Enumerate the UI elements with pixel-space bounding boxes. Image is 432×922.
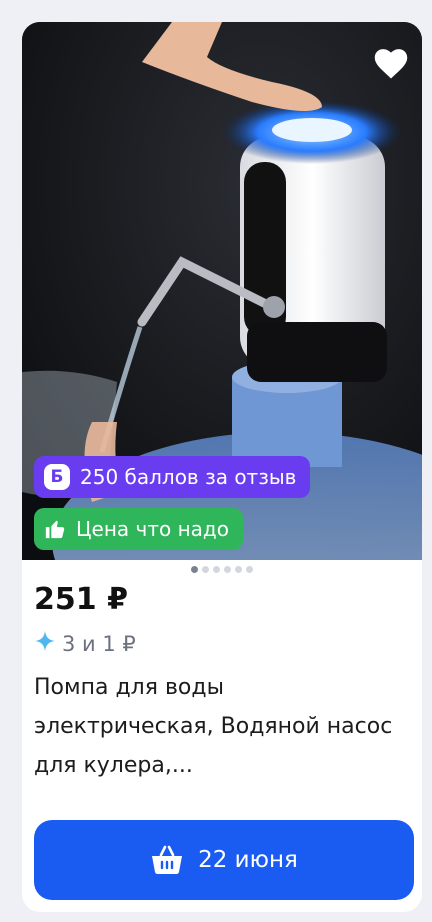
thumbs-up-icon <box>44 518 66 540</box>
gallery-dot[interactable] <box>224 566 231 573</box>
gallery-dot[interactable] <box>202 566 209 573</box>
favorite-heart-icon[interactable] <box>370 42 412 84</box>
product-image[interactable]: Б 250 баллов за отзыв Цена что надо <box>22 22 422 560</box>
bonus-b-icon: Б <box>44 464 70 490</box>
good-price-badge: Цена что надо <box>34 508 243 550</box>
review-bonus-badge: Б 250 баллов за отзыв <box>34 456 311 498</box>
review-bonus-label: 250 баллов за отзыв <box>80 465 297 489</box>
gallery-dot[interactable] <box>213 566 220 573</box>
product-price: 251 ₽ <box>34 582 128 617</box>
gallery-dot[interactable] <box>235 566 242 573</box>
gallery-dot[interactable] <box>191 566 198 573</box>
delivery-date-label: 22 июня <box>198 847 298 873</box>
product-title[interactable]: Помпа для воды электрическая, Водяной на… <box>34 668 410 785</box>
good-price-label: Цена что надо <box>76 517 229 541</box>
product-card[interactable]: Б 250 баллов за отзыв Цена что надо 251 … <box>22 22 422 912</box>
points-info: 3 и 1 ₽ <box>34 630 136 657</box>
points-label: 3 и 1 ₽ <box>62 631 136 656</box>
add-to-cart-button[interactable]: 22 июня <box>34 820 414 900</box>
basket-icon <box>150 845 184 875</box>
gallery-dot[interactable] <box>246 566 253 573</box>
gallery-pagination[interactable] <box>22 566 422 573</box>
sparkle-icon <box>34 630 56 657</box>
